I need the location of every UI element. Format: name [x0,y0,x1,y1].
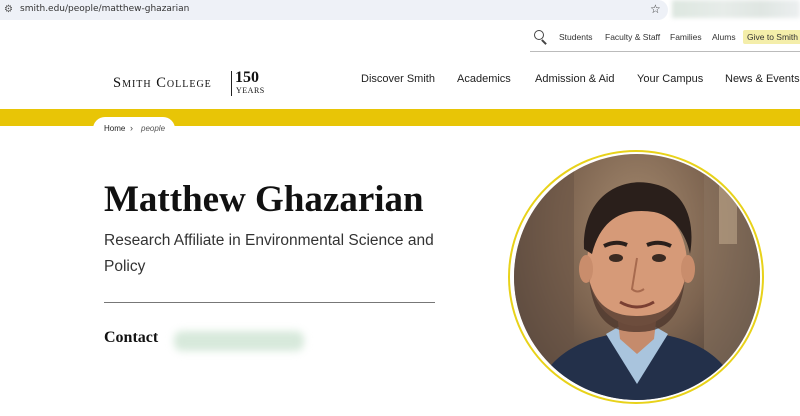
nav-academics[interactable]: Academics [457,73,511,85]
url-text[interactable]: smith.edu/people/matthew-ghazarian [20,4,189,14]
utility-divider [530,51,800,52]
logo-wordmark: Smith College [113,75,212,91]
nav-your-campus[interactable]: Your Campus [637,73,703,85]
utility-link-alums[interactable]: Alums [712,32,736,42]
profile-photo [514,154,760,400]
utility-link-faculty-staff[interactable]: Faculty & Staff [605,32,660,42]
give-to-smith-button[interactable]: Give to Smith [743,30,800,44]
nav-admission-aid[interactable]: Admission & Aid [535,73,614,85]
logo-anniversary-number: 150 [235,69,259,86]
bookmark-star-icon[interactable]: ☆ [650,2,661,16]
nav-discover-smith[interactable]: Discover Smith [361,73,435,85]
utility-link-families[interactable]: Families [670,32,702,42]
contact-heading: Contact [104,329,159,346]
section-divider [104,302,435,303]
breadcrumb-home-link[interactable]: Home [104,124,125,133]
chevron-right-icon: › [130,123,133,133]
logo-divider [231,71,232,96]
url-field[interactable]: ⚙ smith.edu/people/matthew-ghazarian ☆ [0,0,668,20]
utility-link-students[interactable]: Students [559,32,593,42]
profile-title: Research Affiliate in Environmental Scie… [104,232,434,275]
profile-name: Matthew Ghazarian [104,179,424,220]
search-icon[interactable] [534,30,548,45]
site-settings-icon[interactable]: ⚙ [4,4,16,16]
utility-nav: Students Faculty & Staff Families Alums … [530,27,800,52]
contact-info-redacted [174,331,304,351]
blurred-extensions [672,0,800,18]
nav-news-events[interactable]: News & Events [725,73,800,85]
breadcrumb-current: people [141,124,166,133]
browser-address-bar: ⚙ smith.edu/people/matthew-ghazarian ☆ [0,0,800,20]
logo-anniversary-word: YEARS [236,86,265,95]
